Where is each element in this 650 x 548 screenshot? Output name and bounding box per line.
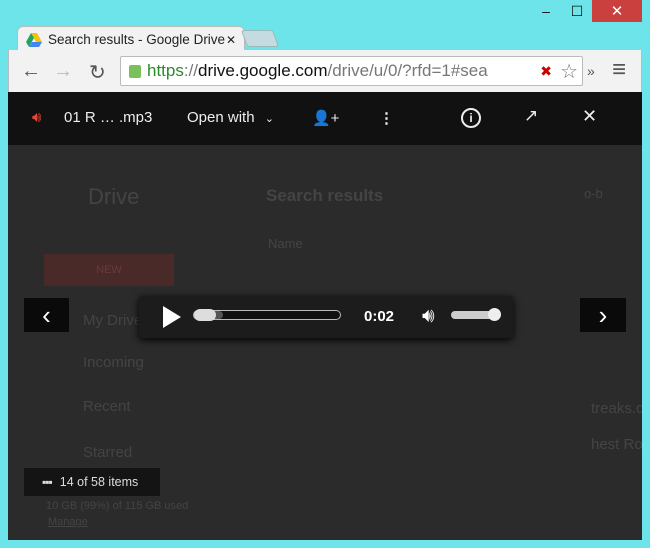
bg-right-text: treaks.c	[591, 400, 642, 417]
url-path: /drive/u/0/?rfd=1#sea	[327, 61, 488, 80]
seek-slider[interactable]	[193, 309, 341, 321]
bg-app-name: Drive	[88, 184, 140, 209]
new-tab-button[interactable]	[240, 30, 280, 47]
bg-storage: 10 GB (99%) of 115 GB used	[46, 500, 189, 512]
bg-column-name: Name	[268, 236, 303, 251]
seek-handle[interactable]	[194, 309, 216, 321]
bg-manage-link: Manage	[48, 516, 88, 528]
reload-button[interactable]: ↻	[89, 60, 106, 85]
bg-right-text: hest Ro	[591, 436, 642, 453]
share-add-person-icon[interactable]: 👤+	[312, 109, 339, 127]
address-bar[interactable]: https://drive.google.com/drive/u/0/?rfd=…	[120, 56, 583, 86]
maximize-button[interactable]: ☐	[566, 0, 588, 22]
lock-icon	[129, 64, 141, 78]
bg-nav-recent: Recent	[83, 398, 131, 415]
viewer-top-bar: 🔊︎ 01 R … .mp3 Open with ⌄ 👤+ ⋮ i ↗ ✕	[8, 92, 642, 145]
drive-logo-icon	[26, 32, 42, 47]
bg-nav-incoming: Incoming	[83, 354, 144, 371]
open-new-window-icon[interactable]: ↗	[524, 106, 538, 126]
bg-new-button: NEW	[44, 254, 174, 286]
info-icon[interactable]: i	[461, 108, 481, 128]
chevron-down-icon: ⌄	[264, 113, 274, 125]
drive-page: Drive Search results Name NEW My Drive I…	[8, 92, 642, 540]
grid-icon: ▪▪▪	[42, 475, 53, 489]
volume-slider[interactable]	[451, 308, 501, 321]
bg-heading: Search results	[266, 186, 384, 205]
tab-close-icon[interactable]: ✕	[226, 33, 236, 47]
forward-button[interactable]: →	[53, 60, 73, 83]
minimize-button[interactable]: ‒	[535, 0, 557, 22]
item-count[interactable]: ▪▪▪ 14 of 58 items	[24, 468, 160, 496]
open-with-label: Open with	[187, 109, 255, 126]
open-with-button[interactable]: Open with ⌄	[187, 109, 274, 126]
url-scheme: https	[147, 61, 184, 80]
url-host: drive.google.com	[198, 61, 328, 80]
audio-file-icon: 🔊︎	[32, 109, 42, 126]
bg-right-text: o-b	[584, 186, 603, 201]
browser-toolbar: ← → ↻ https://drive.google.com/drive/u/0…	[8, 50, 642, 92]
chrome-menu-button[interactable]: ≡	[612, 56, 626, 84]
bg-nav-starred: Starred	[83, 444, 133, 461]
bg-nav-my-drive: My Drive	[83, 312, 143, 329]
close-viewer-icon[interactable]: ✕	[582, 106, 597, 127]
url-sep: ://	[183, 61, 199, 80]
previous-button[interactable]: ‹	[24, 298, 69, 332]
tab-title: Search results - Google Drive	[48, 32, 226, 47]
bookmark-star-icon[interactable]: ☆	[560, 58, 578, 84]
item-count-label: 14 of 58 items	[59, 475, 139, 489]
more-options-icon[interactable]: ⋮	[379, 109, 394, 127]
audio-player: 0:02 🔊︎	[139, 296, 513, 338]
volume-icon[interactable]: 🔊︎	[422, 305, 435, 328]
browser-tab[interactable]: Search results - Google Drive ✕	[17, 26, 245, 52]
extensions-overflow-button[interactable]: »	[587, 63, 595, 79]
blocked-plugin-icon[interactable]: ✖	[540, 62, 552, 80]
play-icon[interactable]	[163, 306, 181, 328]
next-button[interactable]: ›	[580, 298, 626, 332]
close-window-button[interactable]: ✕	[592, 0, 642, 22]
volume-handle[interactable]	[488, 308, 501, 321]
current-time: 0:02	[364, 308, 395, 325]
file-name: 01 R … .mp3	[64, 109, 153, 126]
back-button[interactable]: ←	[21, 60, 41, 83]
